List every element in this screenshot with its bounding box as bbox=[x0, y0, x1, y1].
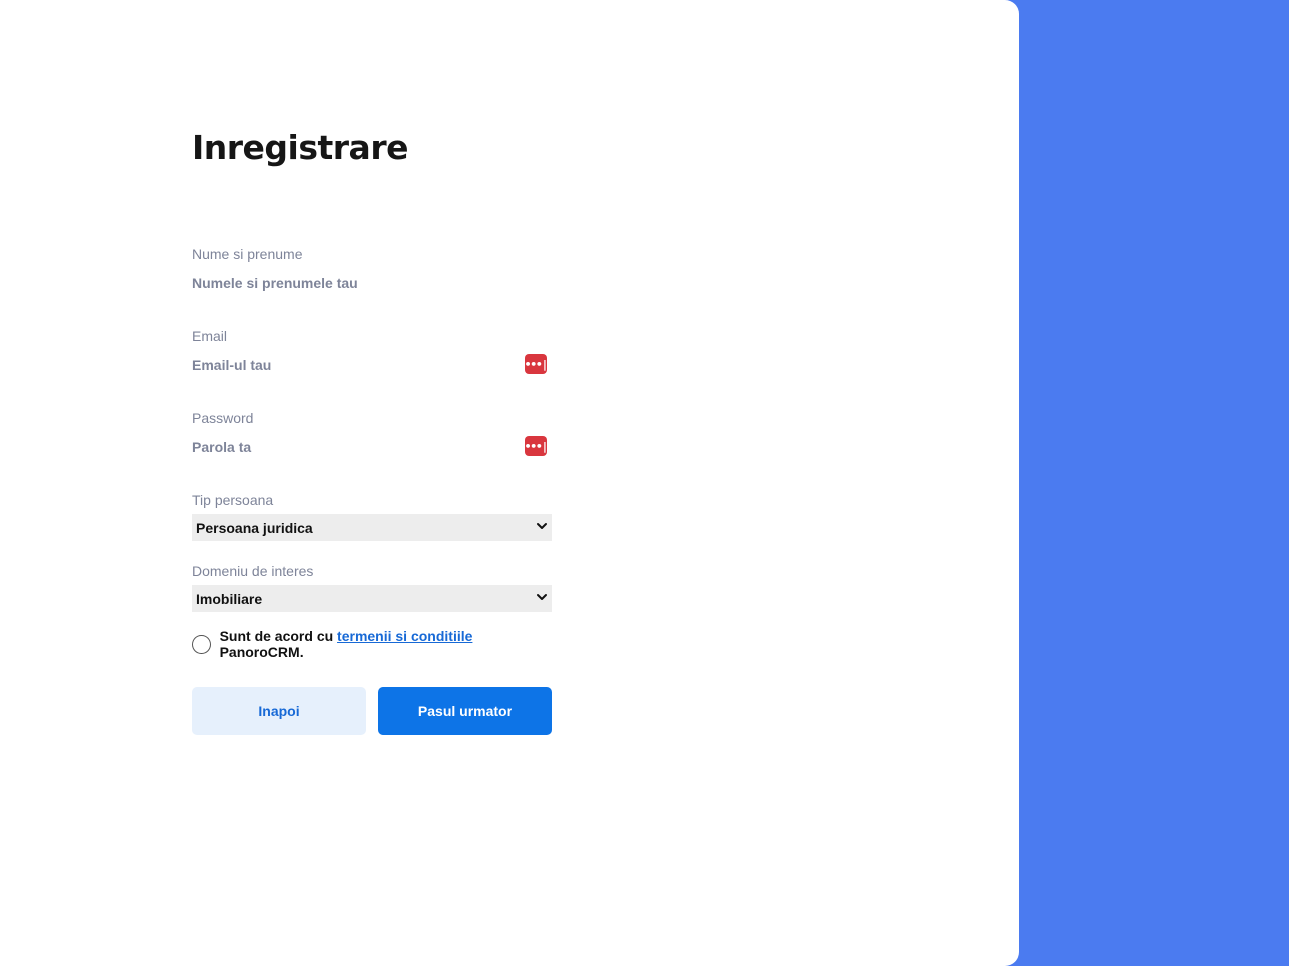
password-input[interactable] bbox=[192, 437, 552, 457]
person-type-label: Tip persoana bbox=[192, 492, 274, 508]
password-field: Password •••| bbox=[192, 409, 552, 457]
name-field: Nume si prenume bbox=[192, 245, 552, 293]
chevron-down-icon bbox=[537, 594, 547, 600]
registration-form: Inregistrare Nume si prenume Email •••| … bbox=[192, 126, 552, 735]
page: Inregistrare Nume si prenume Email •••| … bbox=[0, 0, 1289, 966]
terms-row: Sunt de acord cu termenii si conditiile … bbox=[192, 628, 552, 660]
domain-label: Domeniu de interes bbox=[192, 563, 314, 579]
password-label: Password bbox=[192, 410, 254, 426]
chevron-down-icon bbox=[537, 523, 547, 529]
terms-link[interactable]: termenii si conditiile bbox=[337, 628, 472, 644]
back-button[interactable]: Inapoi bbox=[192, 687, 366, 735]
form-buttons: Inapoi Pasul urmator bbox=[192, 687, 552, 735]
email-field: Email •••| bbox=[192, 327, 552, 375]
password-manager-icon[interactable]: •••| bbox=[525, 436, 548, 456]
name-input[interactable] bbox=[192, 273, 552, 293]
password-manager-icon[interactable]: •••| bbox=[525, 354, 548, 374]
domain-select[interactable]: Imobiliare bbox=[192, 585, 552, 612]
name-label: Nume si prenume bbox=[192, 246, 303, 262]
person-type-field: Tip persoana Persoana juridica bbox=[192, 491, 552, 541]
form-panel: Inregistrare Nume si prenume Email •••| … bbox=[0, 0, 1019, 966]
email-label: Email bbox=[192, 328, 228, 344]
person-type-value: Persoana juridica bbox=[196, 519, 313, 536]
domain-field: Domeniu de interes Imobiliare bbox=[192, 562, 552, 612]
page-title: Inregistrare bbox=[192, 128, 408, 167]
terms-prefix: Sunt de acord cu bbox=[219, 628, 334, 644]
domain-value: Imobiliare bbox=[196, 590, 263, 607]
terms-suffix: PanoroCRM. bbox=[219, 644, 304, 660]
next-step-button[interactable]: Pasul urmator bbox=[378, 687, 552, 735]
terms-text: Sunt de acord cu termenii si conditiile … bbox=[220, 628, 552, 660]
terms-radio[interactable] bbox=[192, 634, 211, 654]
person-type-select[interactable]: Persoana juridica bbox=[192, 514, 552, 541]
email-input[interactable] bbox=[192, 355, 552, 375]
